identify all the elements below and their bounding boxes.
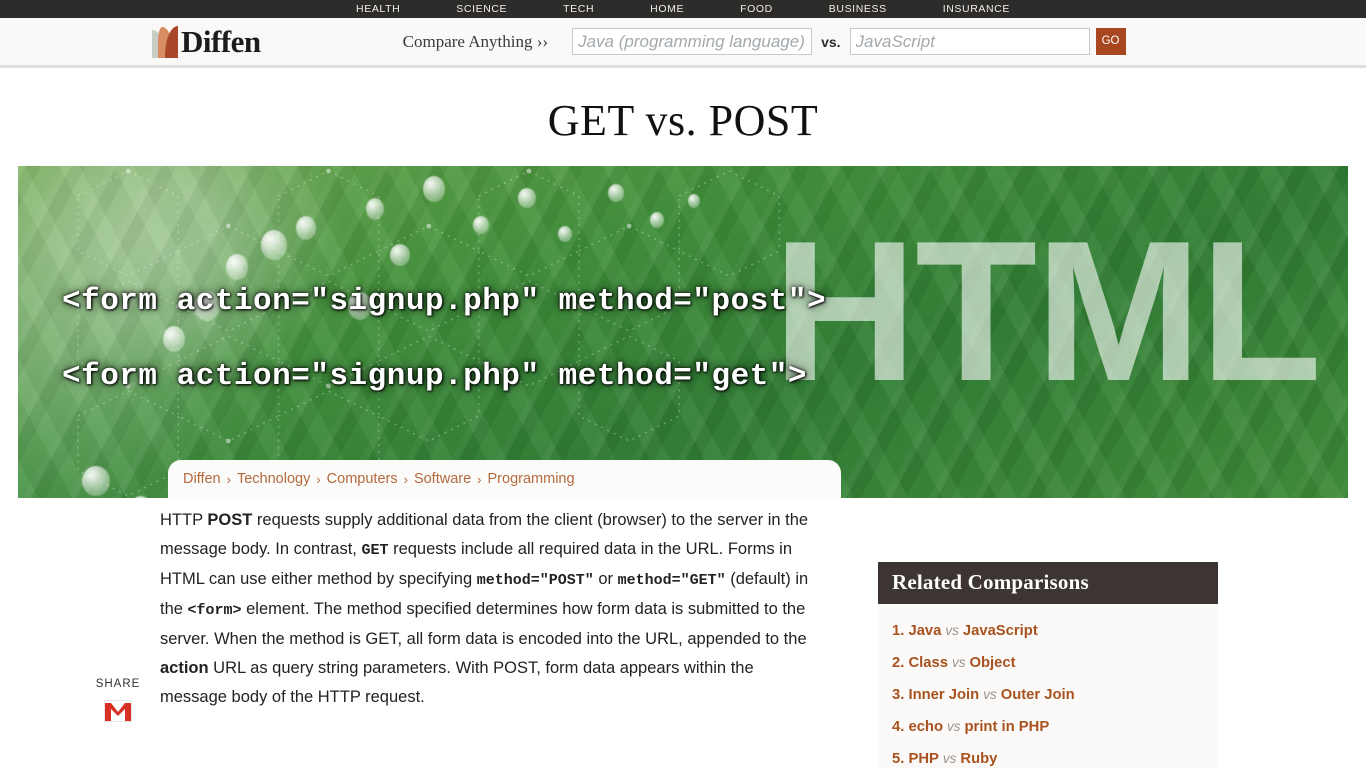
- list-item-number: 2.: [892, 655, 905, 671]
- nav-item-tech[interactable]: TECH: [535, 0, 622, 18]
- site-logo[interactable]: Diffen: [152, 24, 261, 59]
- breadcrumb-separator-icon: ›: [226, 471, 231, 487]
- breadcrumb-item-technology[interactable]: Technology: [237, 471, 310, 487]
- list-item-vs: vs: [945, 623, 959, 638]
- gmail-icon[interactable]: [104, 700, 132, 722]
- page-title: GET vs. POST: [547, 96, 819, 145]
- hero-watermark-text: HTML: [772, 200, 1322, 423]
- list-item-left: Java: [908, 623, 942, 639]
- article-bold-method-get: method="GET": [617, 572, 726, 589]
- nav-item-science[interactable]: SCIENCE: [428, 0, 535, 18]
- list-item-left: PHP: [908, 751, 939, 767]
- related-comparisons-title: Related Comparisons: [878, 562, 1218, 604]
- hero-code-line-post: <form action="signup.php" method="post">: [62, 284, 827, 319]
- nav-item-insurance[interactable]: INSURANCE: [915, 0, 1038, 18]
- nav-item-home[interactable]: HOME: [622, 0, 712, 18]
- list-item-number: 3.: [892, 687, 905, 703]
- list-item-number: 5.: [892, 751, 905, 767]
- list-item-right: JavaScript: [962, 623, 1038, 639]
- hero-code-line-get: <form action="signup.php" method="get">: [62, 359, 808, 394]
- search-vs-label: vs.: [821, 33, 841, 50]
- diffen-fan-icon: [152, 25, 178, 58]
- list-item-right: Object: [969, 655, 1016, 671]
- list-item-right: Outer Join: [1000, 687, 1075, 703]
- list-item-right: print in PHP: [964, 719, 1050, 735]
- list-item-right: Ruby: [960, 751, 998, 767]
- search-go-button[interactable]: GO: [1095, 28, 1126, 55]
- nav-item-business[interactable]: BUSINESS: [801, 0, 915, 18]
- list-item[interactable]: 2. Class vs Object: [892, 647, 1218, 679]
- list-item[interactable]: 4. echo vs print in PHP: [892, 711, 1218, 743]
- top-navigation-bar: HEALTH SCIENCE TECH HOME FOOD BUSINESS I…: [0, 0, 1366, 18]
- breadcrumb-separator-icon: ›: [403, 471, 408, 487]
- list-item-number: 1.: [892, 623, 905, 639]
- breadcrumb-separator-icon: ›: [316, 471, 321, 487]
- related-comparisons-list: 1. Java vs JavaScript 2. Class vs Object 3. …: [878, 604, 1218, 768]
- list-item-vs: vs: [942, 751, 957, 766]
- article-bold-form-tag: <form>: [187, 602, 242, 619]
- comparison-search-form: vs. GO: [572, 28, 1126, 55]
- compare-anything-link[interactable]: Compare Anything ››: [403, 32, 548, 52]
- article-text-7: URL as query string parameters. With POS…: [160, 659, 754, 706]
- list-item-vs: vs: [947, 719, 961, 734]
- site-header: Diffen Compare Anything ›› vs. GO: [0, 18, 1366, 68]
- list-item[interactable]: 1. Java vs JavaScript: [892, 615, 1218, 647]
- breadcrumb-item-computers[interactable]: Computers: [327, 471, 398, 487]
- share-label: SHARE: [95, 678, 141, 690]
- breadcrumb-separator-icon: ›: [477, 471, 482, 487]
- related-comparisons-panel: Related Comparisons 1. Java vs JavaScript …: [878, 562, 1218, 768]
- article-paragraph: HTTP POST requests supply additional dat…: [160, 506, 810, 712]
- nav-item-food[interactable]: FOOD: [712, 0, 801, 18]
- breadcrumb-item-software[interactable]: Software: [414, 471, 471, 487]
- list-item-number: 4.: [892, 719, 905, 735]
- hero-banner: HTML <form action="signup.php" method="p…: [18, 166, 1348, 498]
- list-item[interactable]: 3. Inner Join vs Outer Join: [892, 679, 1218, 711]
- article-text-6: element. The method specified determines…: [160, 600, 807, 648]
- article-bold-action: action: [160, 659, 209, 677]
- article-bold-post: POST: [207, 511, 253, 529]
- article-body: HTTP POST requests supply additional dat…: [160, 506, 810, 712]
- list-item-left: Inner Join: [908, 687, 980, 703]
- article-bold-get: GET: [361, 542, 389, 559]
- breadcrumb: Diffen › Technology › Computers › Softwa…: [168, 460, 841, 498]
- list-item-left: echo: [908, 719, 944, 735]
- article-text-1: HTTP: [160, 511, 208, 529]
- list-item-left: Class: [908, 655, 948, 671]
- article-text-4: or: [593, 570, 618, 588]
- hero-code-snippet: <form action="signup.php" method="post">…: [62, 284, 826, 434]
- nav-item-health[interactable]: HEALTH: [328, 0, 428, 18]
- search-input-left[interactable]: [572, 28, 813, 55]
- search-input-right[interactable]: [849, 28, 1090, 55]
- breadcrumb-item-programming[interactable]: Programming: [488, 471, 575, 487]
- share-column: SHARE: [86, 678, 150, 722]
- breadcrumb-item-diffen[interactable]: Diffen: [183, 471, 221, 487]
- logo-text: Diffen: [181, 24, 261, 59]
- list-item-vs: vs: [951, 655, 966, 670]
- list-item-vs: vs: [983, 687, 997, 702]
- list-item[interactable]: 5. PHP vs Ruby: [892, 743, 1218, 768]
- article-bold-method-post: method="POST": [476, 572, 594, 589]
